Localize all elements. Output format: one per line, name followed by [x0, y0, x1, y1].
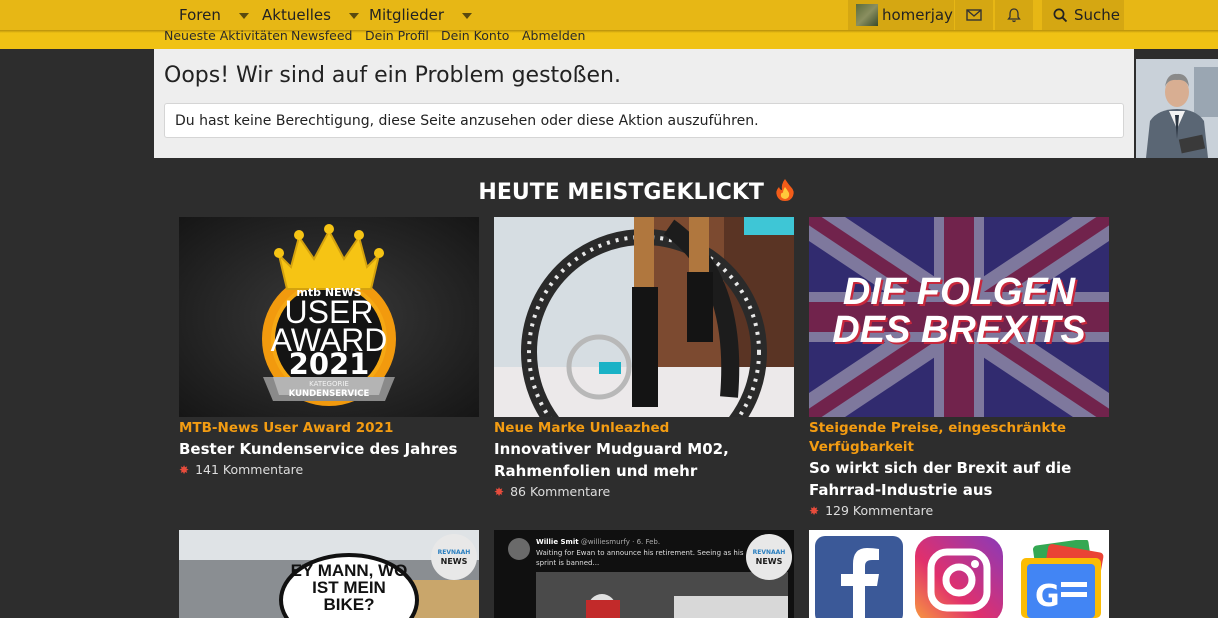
inbox-button[interactable]: [955, 0, 993, 30]
google-news-icon: G: [1021, 540, 1104, 618]
award-category-label: KATEGORIE: [309, 380, 349, 388]
nav-item-label: Mitglieder: [369, 6, 444, 24]
article-card[interactable]: G: [809, 530, 1109, 618]
article-thumbnail[interactable]: Willie Smit @williesmurfy · 6. Feb. Wait…: [494, 530, 794, 618]
article-thumbnail[interactable]: mtb NEWS USER AWARD 2021 KATEGORIE KUNDE…: [179, 217, 479, 417]
article-headline[interactable]: Innovativer Mudguard M02, Rahmenfolien u…: [494, 438, 794, 482]
brexit-line-1: DIE FOLGEN: [842, 271, 1076, 313]
instagram-icon: [915, 536, 1003, 618]
award-category-value: KUNDENSERVICE: [288, 389, 370, 399]
envelope-icon: [966, 9, 982, 21]
article-thumbnail[interactable]: [494, 217, 794, 417]
svg-text:G: G: [1035, 579, 1060, 614]
fire-icon: [775, 179, 794, 201]
bell-icon: [1007, 7, 1021, 22]
article-card[interactable]: Willie Smit @williesmurfy · 6. Feb. Wait…: [494, 530, 794, 618]
error-title: Oops! Wir sind auf ein Problem gestoßen.: [164, 63, 621, 88]
article-kicker[interactable]: Steigende Preise, eingeschränkte Verfügb…: [809, 419, 1109, 457]
article-thumbnail[interactable]: EY MANN, WO IST MEIN BIKE? REVNAAH NEWS: [179, 530, 479, 618]
article-headline[interactable]: So wirkt sich der Brexit auf die Fahrrad…: [809, 457, 1109, 501]
badge-label: NEWS: [755, 557, 783, 566]
search-label: Suche: [1074, 6, 1121, 24]
article-kicker[interactable]: Neue Marke Unleazhed: [494, 419, 794, 438]
nav-item-label: Foren: [179, 6, 221, 24]
collision-icon: ✸: [809, 503, 820, 518]
revnaah-news-badge: REVNAAH NEWS: [746, 534, 792, 580]
search-icon: [1053, 8, 1068, 22]
revnaah-news-badge: REVNAAH NEWS: [431, 534, 477, 580]
article-card[interactable]: EY MANN, WO IST MEIN BIKE? REVNAAH NEWS: [179, 530, 479, 618]
person-photo: [1136, 59, 1218, 158]
nav-item-mitglieder[interactable]: Mitglieder: [369, 0, 472, 30]
award-year: 2021: [288, 347, 370, 381]
nav-item-foren[interactable]: Foren: [179, 0, 249, 30]
section-title: HEUTE MEISTGEKLICKT: [0, 178, 1218, 205]
article-thumbnail[interactable]: G: [809, 530, 1109, 618]
article-thumbnail[interactable]: DIE FOLGEN DES BREXITS: [809, 217, 1109, 417]
badge-top: REVNAAH: [752, 549, 786, 556]
username: homerjay: [882, 6, 953, 24]
avatar: [856, 4, 878, 26]
subnav-neueste-aktivitaeten[interactable]: Neueste Aktivitäten: [164, 28, 288, 43]
error-message: Du hast keine Berechtigung, diese Seite …: [164, 103, 1124, 138]
subnav-newsfeed[interactable]: Newsfeed: [291, 28, 353, 43]
speech-bubble-text: EY MANN, WO IST MEIN BIKE?: [290, 561, 408, 614]
article-comments[interactable]: ✸ 141 Kommentare: [179, 462, 303, 477]
badge-top: REVNAAH: [437, 549, 471, 556]
facebook-icon: [815, 536, 903, 618]
subnav-dein-profil[interactable]: Dein Profil: [365, 28, 429, 43]
chevron-down-icon[interactable]: [462, 13, 472, 19]
article-comments[interactable]: ✸ 129 Kommentare: [809, 503, 933, 518]
subnav-dein-konto[interactable]: Dein Konto: [441, 28, 509, 43]
badge-label: NEWS: [440, 557, 468, 566]
chevron-down-icon[interactable]: [348, 13, 359, 19]
error-panel: Oops! Wir sind auf ein Problem gestoßen.…: [154, 49, 1134, 158]
comment-count: 141 Kommentare: [195, 462, 304, 477]
article-headline[interactable]: Bester Kundenservice des Jahres: [179, 438, 479, 460]
side-advertisement[interactable]: [1136, 59, 1218, 158]
alerts-button[interactable]: [995, 0, 1033, 30]
user-menu[interactable]: homerjay: [848, 0, 954, 30]
comment-count: 86 Kommentare: [510, 484, 611, 499]
article-kicker[interactable]: MTB-News User Award 2021: [179, 419, 479, 438]
brexit-line-2: DES BREXITS: [832, 309, 1086, 351]
chevron-down-icon[interactable]: [238, 13, 249, 19]
nav-item-label: Aktuelles: [262, 6, 331, 24]
nav-item-aktuelles[interactable]: Aktuelles: [262, 0, 359, 30]
section-title-text: HEUTE MEISTGEKLICKT: [478, 180, 764, 205]
search-button[interactable]: Suche: [1042, 0, 1124, 30]
article-comments[interactable]: ✸ 86 Kommentare: [494, 484, 610, 499]
collision-icon: ✸: [179, 462, 190, 477]
subnav-abmelden[interactable]: Abmelden: [522, 28, 585, 43]
comment-count: 129 Kommentare: [825, 503, 934, 518]
collision-icon: ✸: [494, 484, 505, 499]
